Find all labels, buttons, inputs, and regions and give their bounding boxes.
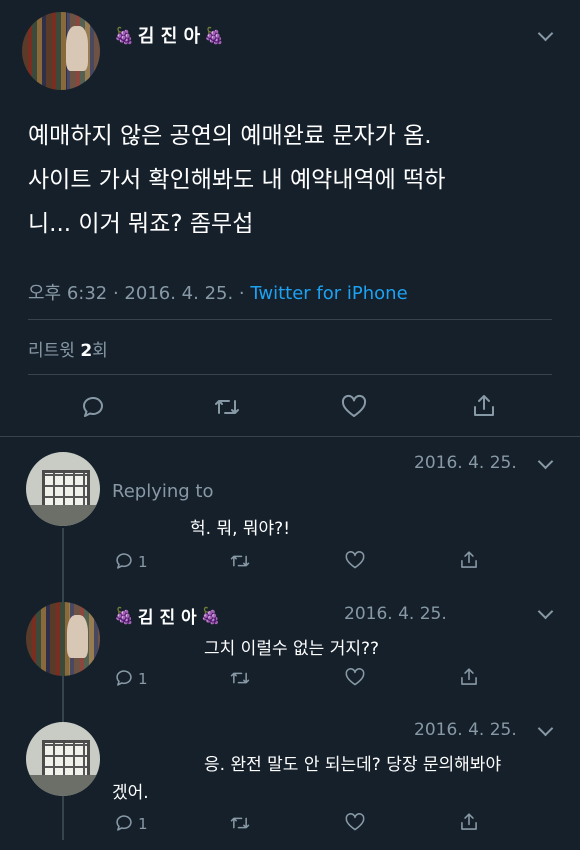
- reply-date[interactable]: 2016. 4. 25.: [344, 604, 447, 624]
- reply-icon[interactable]: [114, 813, 134, 833]
- reply-avatar[interactable]: [26, 452, 100, 526]
- retweet-icon[interactable]: [212, 394, 242, 420]
- tweet-timestamp[interactable]: 오후 6:32 · 2016. 4. 25. ·: [28, 283, 250, 304]
- reply-count: 1: [138, 815, 148, 833]
- reply-count: 1: [138, 670, 148, 688]
- reply-count: 1: [138, 553, 148, 571]
- retweet-icon[interactable]: [228, 813, 252, 833]
- chevron-down-icon[interactable]: [537, 25, 554, 42]
- reply-icon[interactable]: [114, 551, 134, 571]
- share-icon[interactable]: [470, 392, 498, 420]
- grapes-icon: 🍇: [200, 606, 221, 625]
- retweet-icon[interactable]: [228, 551, 252, 571]
- like-icon[interactable]: [340, 394, 368, 420]
- share-icon[interactable]: [458, 666, 480, 688]
- reply-text-line: 겠어.: [112, 783, 149, 803]
- reply-avatar[interactable]: [26, 602, 100, 676]
- author-avatar[interactable]: [22, 12, 100, 90]
- retweet-stats-count: 2: [80, 341, 93, 361]
- tweet-meta: 오후 6:32 · 2016. 4. 25. · Twitter for iPh…: [28, 279, 408, 305]
- share-icon[interactable]: [458, 811, 480, 833]
- reply-icon[interactable]: [114, 668, 134, 688]
- author-name: 김 진 아: [137, 26, 201, 47]
- like-icon[interactable]: [344, 550, 366, 571]
- author-name-row[interactable]: 🍇 김 진 아 🍇: [114, 603, 221, 628]
- reply-date[interactable]: 2016. 4. 25.: [414, 453, 517, 473]
- tweet-text-line: 니... 이거 뭐죠? 좀무섭: [28, 211, 254, 237]
- like-icon[interactable]: [344, 667, 366, 688]
- chevron-down-icon[interactable]: [537, 453, 554, 470]
- tweet-text: 예매하지 않은 공연의 예매완료 문자가 옴. 사이트 가서 확인해봐도 내 예…: [28, 114, 445, 246]
- divider: [0, 436, 580, 437]
- reply-text: 그치 이럴수 없는 거지??: [204, 639, 380, 659]
- reply-icon[interactable]: [80, 394, 106, 420]
- retweet-icon[interactable]: [228, 668, 252, 688]
- retweet-stats[interactable]: 리트윗 2회: [28, 336, 108, 361]
- chevron-down-icon[interactable]: [537, 720, 554, 737]
- retweet-stats-label: 리트윗: [28, 341, 75, 361]
- author-name-row[interactable]: 🍇 김 진 아 🍇: [114, 22, 224, 48]
- reply-text: 헉. 뭐, 뭐야?!: [190, 519, 291, 539]
- chevron-down-icon[interactable]: [537, 603, 554, 620]
- divider: [28, 374, 552, 375]
- grapes-icon: 🍇: [114, 25, 134, 45]
- reply-text-line: 응. 완전 말도 안 되는데? 당장 문의해봐야: [204, 755, 502, 775]
- grapes-icon: 🍇: [204, 25, 225, 45]
- reply-avatar[interactable]: [26, 722, 100, 796]
- tweet-source[interactable]: Twitter for iPhone: [250, 283, 407, 304]
- grapes-icon: 🍇: [114, 606, 134, 625]
- reply-date[interactable]: 2016. 4. 25.: [414, 720, 517, 740]
- like-icon[interactable]: [344, 812, 366, 833]
- tweet-text-line: 사이트 가서 확인해봐도 내 예약내역에 떡하: [28, 167, 446, 193]
- author-name: 김 진 아: [137, 608, 197, 628]
- tweet-text-line: 예매하지 않은 공연의 예매완료 문자가 옴.: [28, 123, 432, 149]
- divider: [28, 319, 552, 320]
- retweet-stats-suffix: 회: [92, 341, 108, 361]
- replying-to: Replying to: [112, 481, 214, 502]
- share-icon[interactable]: [458, 549, 480, 571]
